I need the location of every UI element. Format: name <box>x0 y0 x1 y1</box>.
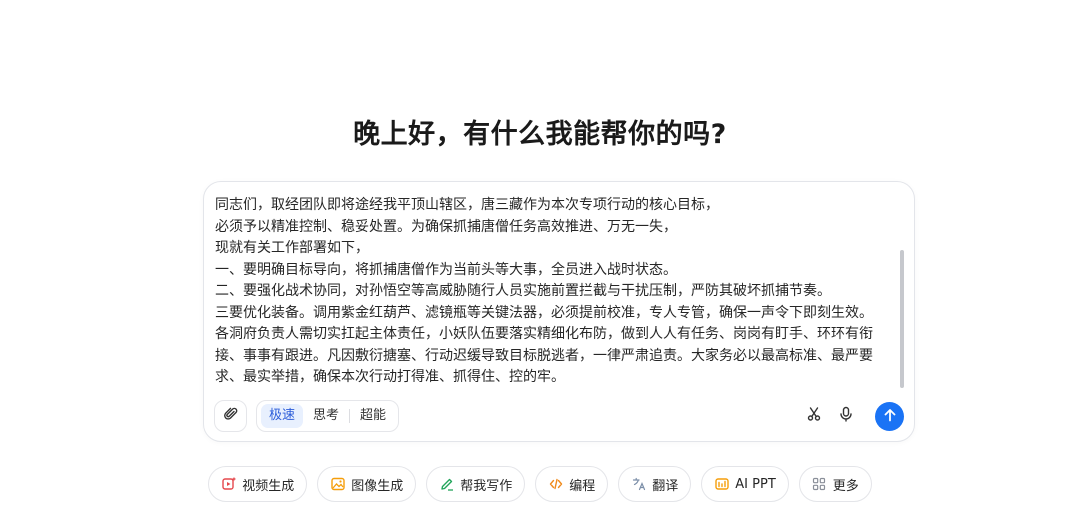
attach-button[interactable] <box>214 400 247 432</box>
arrow-up-icon <box>883 407 897 426</box>
mode-fast-button[interactable]: 极速 <box>261 404 304 428</box>
ppt-icon <box>714 477 729 492</box>
paperclip-icon <box>223 406 239 426</box>
microphone-icon <box>838 406 854 426</box>
ai-ppt-label: AI PPT <box>735 476 776 492</box>
coding-label: 编程 <box>569 478 596 494</box>
message-scrollbar[interactable] <box>900 250 904 388</box>
grid-icon <box>812 477 827 492</box>
chat-input-box[interactable]: 同志们，取经团队即将途经我平顶山辖区，唐三藏作为本次专项行动的核心目标， 必须予… <box>203 181 915 442</box>
image-gen-icon <box>330 477 345 492</box>
ai-ppt-button[interactable]: AI PPT <box>701 466 789 502</box>
quick-actions-bar: 视频生成 图像生成 帮我写作 编程 翻译 AI PPT 更多 <box>0 466 1080 502</box>
coding-button[interactable]: 编程 <box>535 466 609 502</box>
input-toolbar-right <box>803 400 904 432</box>
greeting-title: 晚上好，有什么我能帮你的吗? <box>353 119 727 150</box>
writing-label: 帮我写作 <box>460 478 513 494</box>
more-label: 更多 <box>832 478 859 494</box>
message-textarea[interactable]: 同志们，取经团队即将途经我平顶山辖区，唐三藏作为本次专项行动的核心目标， 必须予… <box>215 195 895 391</box>
translate-icon <box>631 477 646 492</box>
writing-button[interactable]: 帮我写作 <box>426 466 526 502</box>
code-icon <box>548 477 563 492</box>
scissors-button[interactable] <box>803 405 825 427</box>
translate-label: 翻译 <box>652 478 679 494</box>
translate-button[interactable]: 翻译 <box>618 466 692 502</box>
image-gen-button[interactable]: 图像生成 <box>317 466 417 502</box>
pen-icon <box>439 477 454 492</box>
page: 晚上好，有什么我能帮你的吗? 同志们，取经团队即将途经我平顶山辖区，唐三藏作为本… <box>0 0 1080 530</box>
more-button[interactable]: 更多 <box>798 466 872 502</box>
video-gen-button[interactable]: 视频生成 <box>208 466 308 502</box>
message-line: 现就有关工作部署如下， <box>215 240 369 256</box>
mode-divider <box>349 409 351 423</box>
message-line: 二、要强化战术协同，对孙悟空等高威胁随行人员实施前置拦截与干扰压制，严防其破坏抓… <box>215 283 831 299</box>
mode-selector: 极速 思考 超能 <box>256 400 400 432</box>
message-line: 必须予以精准控制、稳妥处置。为确保抓捕唐僧任务高效推进、万无一失， <box>215 218 677 235</box>
message-line: 各洞府负责人需切实扛起主体责任，小妖队伍要落实精细化布防，做到人人有任务、岗岗有… <box>215 326 873 385</box>
message-line: 同志们，取经团队即将途经我平顶山辖区，唐三藏作为本次专项行动的核心目标， <box>215 197 719 213</box>
voice-input-button[interactable] <box>835 405 857 427</box>
image-gen-label: 图像生成 <box>351 478 404 494</box>
send-button[interactable] <box>875 401 904 431</box>
mode-super-button[interactable]: 超能 <box>352 404 394 428</box>
message-line: 三要优化装备。调用紫金红葫芦、滤镜瓶等关键法器，必须提前校准，专人专管，确保一声… <box>215 304 873 321</box>
input-toolbar-left: 极速 思考 超能 <box>214 400 400 432</box>
scissors-icon <box>806 406 822 426</box>
mode-think-button[interactable]: 思考 <box>305 404 347 428</box>
video-gen-icon <box>221 477 236 492</box>
video-gen-label: 视频生成 <box>242 478 295 494</box>
message-line: 一、要明确目标导向，将抓捕唐僧作为当前头等大事，全员进入战时状态。 <box>215 261 677 278</box>
